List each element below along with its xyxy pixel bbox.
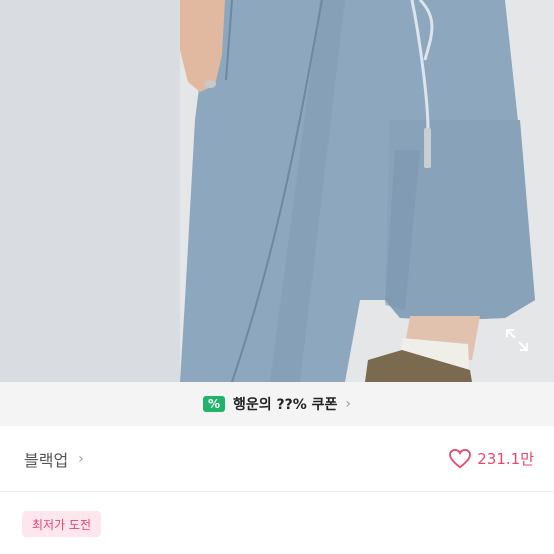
shop-link[interactable]: 블랙업 › (24, 447, 84, 471)
heart-icon (449, 448, 472, 468)
product-image[interactable] (0, 0, 554, 382)
like-count: 231.1만 (477, 450, 534, 468)
lowest-price-badge: 최저가 도전 (22, 511, 102, 537)
coupon-banner[interactable]: % 행운의 ??% 쿠폰 › (0, 382, 554, 426)
shop-name: 블랙업 (24, 450, 69, 470)
shop-info-row: 블랙업 › 231.1만 (0, 426, 554, 492)
expand-image-icon[interactable] (504, 327, 530, 353)
like-button[interactable]: 231.1만 (449, 448, 534, 469)
coupon-percent-icon: % (202, 396, 225, 412)
coupon-text: 행운의 ??% 쿠폰 (232, 397, 338, 413)
chevron-right-icon: › (345, 396, 352, 412)
chevron-right-icon: › (78, 450, 84, 467)
product-photo-illustration (0, 0, 554, 382)
